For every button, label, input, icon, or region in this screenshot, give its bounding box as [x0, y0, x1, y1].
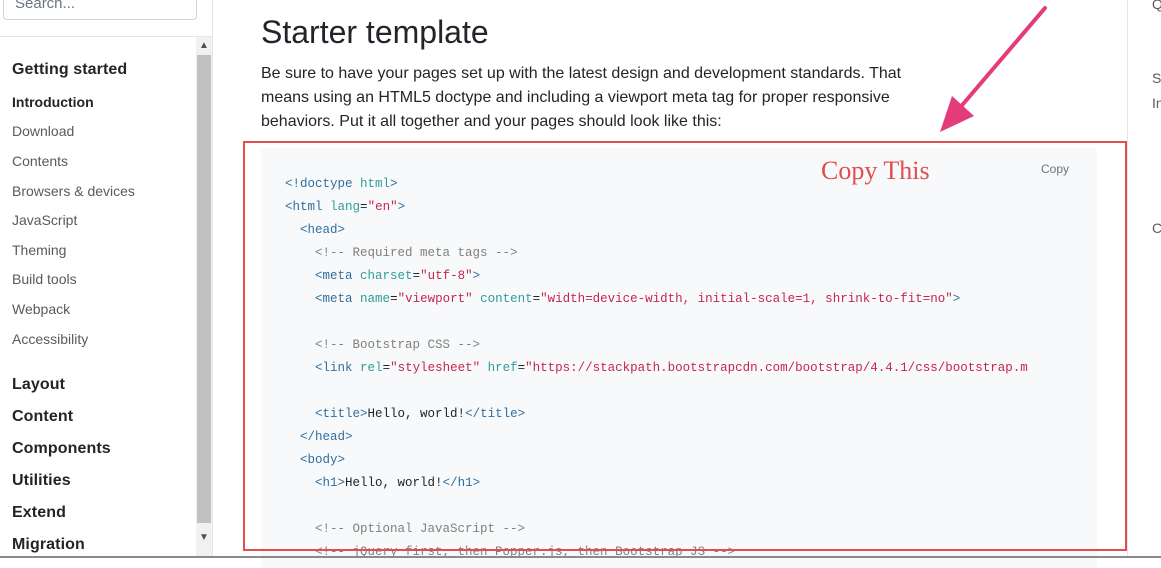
sidebar-item-browsers-devices[interactable]: Browsers & devices — [12, 183, 135, 199]
sidebar-group-migration[interactable]: Migration — [12, 536, 85, 554]
sidebar-group-components[interactable]: Components — [12, 440, 111, 458]
search-input[interactable] — [3, 0, 197, 20]
lead-paragraph: Be sure to have your pages set up with t… — [261, 65, 902, 130]
sidebar-item-introduction[interactable]: Introduction — [12, 94, 94, 110]
toc-item[interactable]: St — [1152, 70, 1161, 86]
sidebar-item-javascript[interactable]: JavaScript — [12, 212, 77, 228]
sidebar-item-download[interactable]: Download — [12, 123, 74, 139]
sidebar-scrollbar[interactable]: ▲ ▼ — [196, 37, 212, 558]
sidebar-item-contents[interactable]: Contents — [12, 153, 68, 169]
sidebar-group-getting-started[interactable]: Getting started — [12, 61, 127, 79]
annotation-label: Copy This — [821, 156, 930, 185]
sidebar-group-extend[interactable]: Extend — [12, 504, 66, 522]
scroll-up-arrow-icon[interactable]: ▲ — [196, 38, 212, 54]
search-box — [3, 0, 197, 20]
sidebar-group-utilities[interactable]: Utilities — [12, 472, 71, 490]
scroll-down-arrow-icon[interactable]: ▼ — [196, 530, 212, 546]
sidebar-item-theming[interactable]: Theming — [12, 242, 66, 258]
toc-item[interactable]: Q — [1152, 0, 1161, 12]
sidebar-nav: Getting started Introduction Download Co… — [0, 37, 196, 558]
sidebar-item-accessibility[interactable]: Accessibility — [12, 331, 88, 347]
toc-item[interactable]: C — [1152, 220, 1161, 236]
code-block: Copy <!doctype html> <html lang="en"> <h… — [261, 148, 1097, 568]
code-listing: <!doctype html> <html lang="en"> <head> … — [285, 177, 1028, 559]
sidebar-item-webpack[interactable]: Webpack — [12, 301, 70, 317]
sidebar: Getting started Introduction Download Co… — [0, 0, 213, 558]
sidebar-item-build-tools[interactable]: Build tools — [12, 271, 77, 287]
sidebar-group-layout[interactable]: Layout — [12, 376, 65, 394]
page-title: Starter template — [261, 14, 489, 50]
sidebar-group-content[interactable]: Content — [12, 408, 73, 426]
toc-rail: Q St In C — [1127, 0, 1161, 558]
annotation-arrow-icon — [940, 6, 1047, 132]
toc-item[interactable]: In — [1152, 95, 1161, 111]
scroll-thumb[interactable] — [197, 55, 211, 523]
